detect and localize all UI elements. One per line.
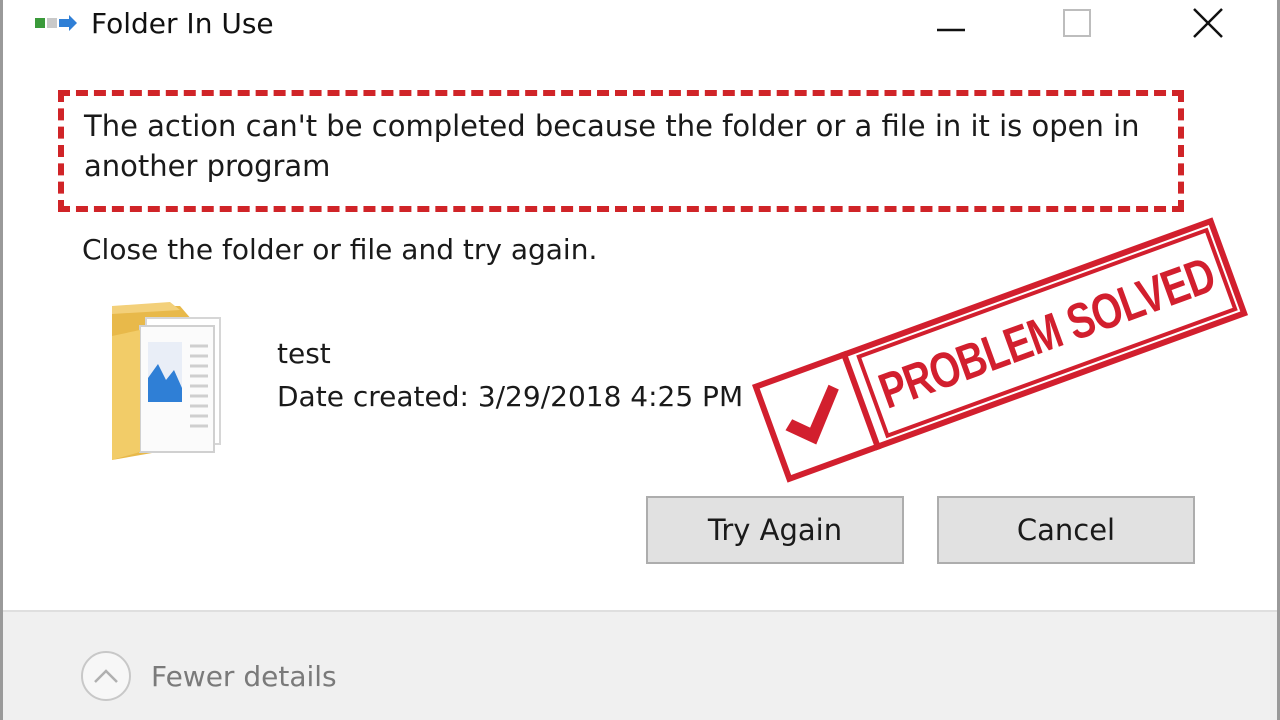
folder-in-use-dialog: Folder In Use The action can't be comple… — [0, 0, 1280, 720]
fewer-details-label[interactable]: Fewer details — [151, 660, 337, 693]
error-message-highlight: The action can't be completed because th… — [58, 90, 1184, 212]
folder-icon — [112, 302, 221, 460]
checkmark-icon — [785, 384, 839, 445]
chevron-up-icon — [94, 669, 118, 683]
close-button[interactable] — [1173, 0, 1243, 46]
file-date-created: Date created: 3/29/2018 4:25 PM — [277, 380, 744, 413]
title-bar[interactable]: Folder In Use — [3, 0, 1277, 48]
maximize-icon — [1063, 9, 1091, 37]
folder-in-use-icon — [35, 15, 77, 31]
window-title: Folder In Use — [91, 7, 274, 40]
problem-solved-stamp: PROBLEM SOLVED — [751, 217, 1249, 483]
minimize-icon — [937, 28, 965, 32]
close-icon — [1193, 8, 1223, 38]
error-message: The action can't be completed because th… — [84, 109, 1140, 183]
dialog-footer: Fewer details — [3, 610, 1277, 720]
fewer-details-toggle[interactable]: Fewer details — [81, 646, 337, 706]
maximize-button[interactable] — [1042, 0, 1112, 46]
instruction-text: Close the folder or file and try again. — [82, 233, 598, 266]
cancel-button[interactable]: Cancel — [937, 496, 1195, 564]
try-again-button[interactable]: Try Again — [646, 496, 904, 564]
stamp-label: PROBLEM SOLVED — [871, 246, 1223, 420]
chevron-up-button[interactable] — [81, 651, 131, 701]
file-name: test — [277, 337, 331, 370]
minimize-button[interactable] — [916, 0, 986, 46]
